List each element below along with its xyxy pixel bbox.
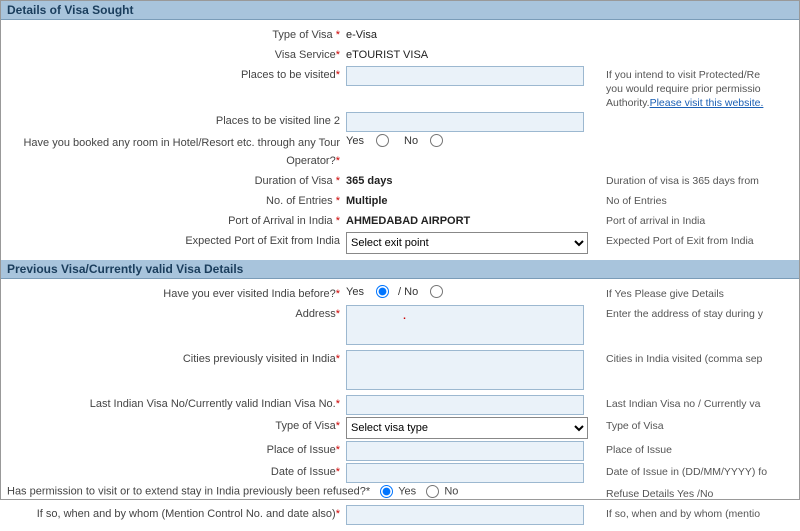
label-entries: No. of Entries *	[1, 192, 346, 210]
help-port-exit: Expected Port of Exit from India	[606, 232, 799, 248]
radio-hotel-yes[interactable]	[376, 134, 389, 147]
visa-sought-form: Type of Visa * e-Visa Visa Service* eTOU…	[1, 20, 799, 260]
value-entries: Multiple	[346, 195, 388, 207]
radio-label-yes2: Yes	[346, 286, 364, 298]
radio-visited-no[interactable]	[430, 285, 443, 298]
radio-label-no: No	[404, 135, 418, 147]
radio-refused-no[interactable]	[426, 485, 439, 498]
textarea-address[interactable]	[346, 305, 584, 345]
radio-label-no2: No	[444, 485, 458, 497]
help-duration: Duration of visa is 365 days from	[606, 172, 799, 188]
help-entries: No of Entries	[606, 192, 799, 208]
input-last-visa-no[interactable]	[346, 395, 584, 415]
value-duration: 365 days	[346, 175, 392, 187]
textarea-cities-prev[interactable]	[346, 350, 584, 390]
value-visa-service: eTOURIST VISA	[346, 49, 428, 61]
help-refused: Refuse Details Yes /No	[606, 485, 799, 501]
radio-visited-yes[interactable]	[376, 285, 389, 298]
help-place-issue: Place of Issue	[606, 441, 799, 457]
input-places-visited2[interactable]	[346, 112, 584, 132]
select-port-exit[interactable]: Select exit point	[346, 232, 588, 254]
value-type-of-visa: e-Visa	[346, 29, 377, 41]
section-header-visa-sought: Details of Visa Sought	[1, 1, 799, 20]
label-last-visa-no: Last Indian Visa No/Currently valid Indi…	[1, 395, 346, 413]
radio-label-slashno: / No	[398, 286, 418, 298]
label-port-arrival: Port of Arrival in India *	[1, 212, 346, 230]
link-protected-areas[interactable]: Please visit this website.	[650, 97, 764, 109]
label-date-issue: Date of Issue*	[1, 463, 346, 481]
label-place-issue: Place of Issue*	[1, 441, 346, 459]
previous-visa-form: Have you ever visited India before?* Yes…	[1, 279, 799, 531]
help-visited-before: If Yes Please give Details	[606, 285, 799, 301]
help-type-of-visa2: Type of Visa	[606, 417, 799, 433]
label-duration: Duration of Visa *	[1, 172, 346, 190]
input-if-so[interactable]	[346, 505, 584, 525]
help-date-issue: Date of Issue in (DD/MM/YYYY) fo	[606, 463, 799, 479]
label-type-of-visa: Type of Visa *	[1, 26, 346, 44]
label-permission-refused: Has permission to visit or to extend sta…	[1, 485, 481, 498]
radio-refused-yes[interactable]	[380, 485, 393, 498]
label-if-so: If so, when and by whom (Mention Control…	[1, 505, 346, 523]
label-cities-prev: Cities previously visited in India*	[1, 350, 346, 368]
help-port-arrival: Port of arrival in India	[606, 212, 799, 228]
label-port-exit: Expected Port of Exit from India	[1, 232, 346, 250]
radio-label-yes3: Yes	[398, 485, 416, 497]
radio-label-yes: Yes	[346, 135, 364, 147]
help-address: Enter the address of stay during y	[606, 305, 799, 321]
input-date-issue[interactable]	[346, 463, 584, 483]
label-type-of-visa2: Type of Visa*	[1, 417, 346, 435]
label-address: . Address*	[1, 305, 346, 324]
help-last-visa-no: Last Indian Visa no / Currently va	[606, 395, 799, 411]
value-port-arrival: AHMEDABAD AIRPORT	[346, 215, 470, 227]
help-places-visited: If you intend to visit Protected/Re you …	[606, 66, 799, 110]
select-type-of-visa[interactable]: Select visa type	[346, 417, 588, 439]
section-header-previous-visa: Previous Visa/Currently valid Visa Detai…	[1, 260, 799, 279]
label-places-visited2: Places to be visited line 2	[1, 112, 346, 130]
radio-hotel-no[interactable]	[430, 134, 443, 147]
input-place-issue[interactable]	[346, 441, 584, 461]
label-visa-service: Visa Service*	[1, 46, 346, 64]
help-cities-prev: Cities in India visited (comma sep	[606, 350, 799, 366]
label-hotel-booked: Have you booked any room in Hotel/Resort…	[1, 134, 346, 170]
help-if-so: If so, when and by whom (mentio	[606, 505, 799, 521]
label-places-visited: Places to be visited*	[1, 66, 346, 84]
input-places-visited[interactable]	[346, 66, 584, 86]
label-visited-before: Have you ever visited India before?*	[1, 285, 346, 303]
